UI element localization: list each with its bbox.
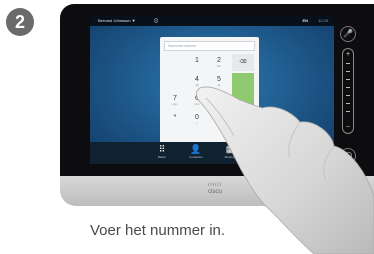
key-digit: 7 bbox=[173, 95, 177, 102]
key-1[interactable]: 1 bbox=[186, 54, 208, 71]
language-indicator: EN bbox=[302, 18, 308, 23]
cisco-logo-bars: ılıılı bbox=[208, 182, 222, 188]
info-icon[interactable]: ⓘ bbox=[154, 16, 158, 26]
cisco-logo: ılıılı cisco bbox=[198, 182, 232, 200]
status-bar: Bernard Johnsson ▼ ⓘ EN 12:29 bbox=[90, 16, 334, 26]
taskbar-item-call[interactable]: ⠿ Bellen bbox=[148, 144, 176, 164]
key-0[interactable]: 0 + bbox=[186, 111, 208, 128]
volume-tick bbox=[346, 95, 350, 96]
taskbar-item-meeting[interactable]: ▦ Meeting bbox=[216, 144, 244, 164]
key-5[interactable]: 5 jkl bbox=[208, 73, 230, 90]
key-digit: 6 bbox=[195, 95, 199, 102]
key-digit: 4 bbox=[195, 76, 199, 83]
key-digit: 0 bbox=[195, 114, 199, 121]
key-3[interactable] bbox=[164, 73, 186, 90]
cisco-logo-text: cisco bbox=[208, 189, 222, 195]
key-letters: ghi bbox=[195, 84, 199, 87]
key-digit: 5 bbox=[217, 76, 221, 83]
key-6-visible[interactable]: 6 mno bbox=[186, 92, 208, 109]
contacts-icon: 👤 bbox=[190, 144, 202, 154]
key-digit: * bbox=[173, 114, 177, 121]
taskbar-item-contacts[interactable]: 👤 Contacten bbox=[182, 144, 210, 164]
volume-tick bbox=[346, 87, 350, 88]
share-icon: ▭ bbox=[259, 144, 269, 154]
volume-tick bbox=[346, 63, 350, 64]
touch-screen: Bernard Johnsson ▼ ⓘ EN 12:29 Nummer kie… bbox=[90, 16, 334, 164]
key-letters: jkl bbox=[217, 84, 221, 87]
taskbar-label: Share bbox=[259, 155, 268, 159]
key-star[interactable]: * bbox=[164, 111, 186, 128]
key-letters: mno bbox=[194, 103, 200, 106]
hardware-side-panel: 🎤 + − ◯ bbox=[340, 26, 356, 166]
key-4[interactable]: 4 ghi bbox=[186, 73, 208, 90]
volume-tick bbox=[346, 103, 350, 104]
clock: 12:29 bbox=[317, 18, 328, 23]
taskbar-label: Contacten bbox=[189, 155, 203, 159]
home-icon[interactable]: ◯ bbox=[340, 148, 356, 164]
taskbar-label: Bellen bbox=[157, 155, 167, 159]
volume-tick bbox=[346, 71, 350, 72]
key-letters: pqrs bbox=[172, 103, 178, 106]
volume-plus[interactable]: + bbox=[343, 51, 353, 58]
number-input[interactable]: Nummer kiezen bbox=[164, 41, 255, 51]
step-number-badge: 2 bbox=[6, 8, 34, 36]
key-letters: abc bbox=[216, 65, 222, 68]
taskbar-label: Meeting bbox=[224, 155, 236, 159]
key-letters: + bbox=[196, 122, 198, 125]
backspace-icon[interactable]: ⌫ bbox=[232, 54, 254, 71]
user-menu[interactable]: Bernard Johnsson ▼ bbox=[98, 16, 136, 26]
taskbar-item-share[interactable]: ▭ Share bbox=[250, 144, 278, 164]
calendar-icon: ▦ bbox=[225, 144, 235, 154]
volume-minus[interactable]: − bbox=[343, 124, 353, 131]
mute-icon[interactable]: 🎤 bbox=[340, 26, 356, 42]
instruction-caption: Voer het nummer in. bbox=[90, 222, 226, 239]
key-digit: 2 bbox=[217, 57, 221, 64]
more-button[interactable]: ••• bbox=[232, 111, 254, 128]
call-button[interactable] bbox=[232, 73, 254, 109]
key-digit: 1 bbox=[195, 57, 199, 64]
volume-tick bbox=[346, 111, 350, 112]
keypad-icon: ⠿ bbox=[158, 144, 166, 154]
key-2[interactable]: 2 abc bbox=[208, 54, 230, 71]
volume-slider[interactable]: + − bbox=[342, 48, 354, 134]
key-7[interactable]: 7 pqrs bbox=[164, 92, 186, 109]
taskbar: ⠿ Bellen 👤 Contacten ▦ Meeting ▭ Share bbox=[90, 142, 334, 164]
volume-tick bbox=[346, 79, 350, 80]
